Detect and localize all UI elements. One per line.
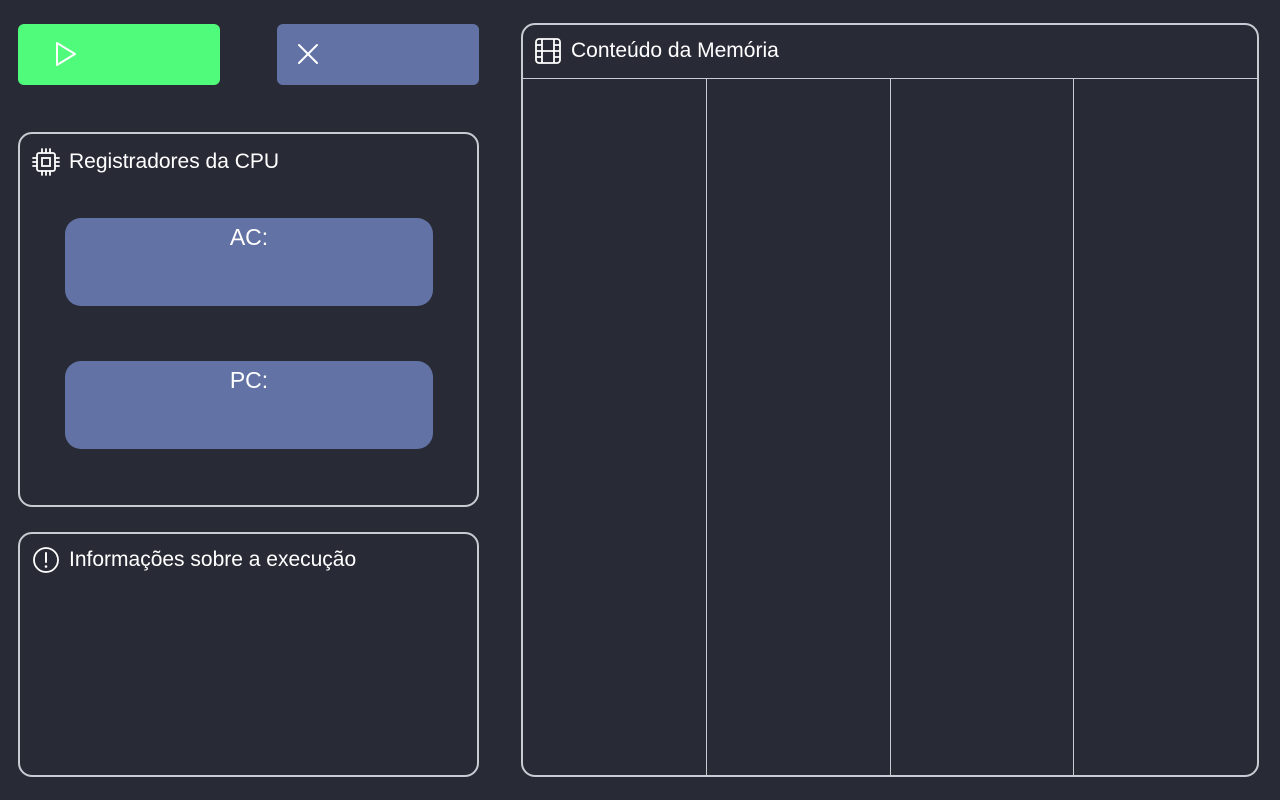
memory-panel: Conteúdo da Memória (521, 23, 1259, 777)
execution-info-header: Informações sobre a execução (32, 546, 356, 574)
memory-column-4 (1074, 79, 1257, 775)
cpu-chip-icon (32, 148, 60, 176)
cpu-registers-panel: Registradores da CPU AC: PC: (18, 132, 479, 507)
register-ac-label: AC: (229, 224, 269, 250)
memory-header: Conteúdo da Memória (534, 37, 779, 65)
execution-info-title: Informações sobre a execução (69, 548, 357, 571)
register-pc: PC: (65, 361, 433, 449)
run-button[interactable] (18, 24, 220, 85)
register-ac: AC: (65, 218, 433, 306)
memory-column-2 (707, 79, 891, 775)
memory-column-3 (891, 79, 1075, 775)
memory-column-1 (523, 79, 707, 775)
app-root: Registradores da CPU AC: PC: Informações… (0, 0, 1280, 800)
cpu-registers-header: Registradores da CPU (32, 148, 279, 176)
register-pc-label: PC: (229, 367, 269, 393)
alert-circle-icon (33, 547, 59, 573)
play-icon (56, 42, 76, 66)
cpu-registers-title: Registradores da CPU (69, 150, 280, 173)
stop-button[interactable] (277, 24, 479, 85)
film-icon (535, 38, 561, 64)
close-icon (298, 44, 318, 64)
execution-info-panel: Informações sobre a execução (18, 532, 479, 777)
memory-grid (523, 79, 1257, 775)
memory-title: Conteúdo da Memória (571, 39, 779, 62)
